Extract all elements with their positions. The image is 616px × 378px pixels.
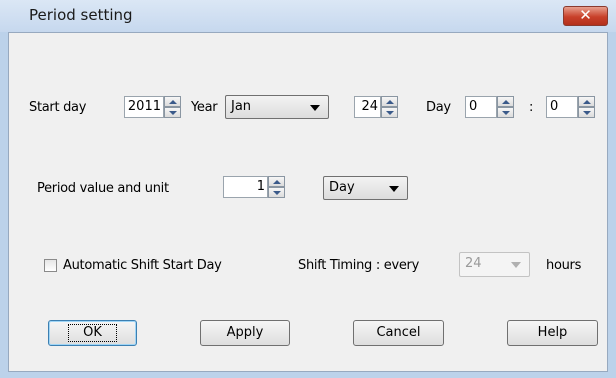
year-spinner[interactable] — [164, 96, 181, 118]
minute-down-arrow-icon[interactable] — [578, 107, 595, 118]
hour-spinner[interactable] — [497, 96, 514, 118]
day-spinner[interactable] — [381, 96, 398, 118]
ok-button-label: OK — [68, 324, 117, 342]
time-separator: : — [529, 100, 534, 115]
month-dropdown[interactable]: Jan — [225, 95, 329, 119]
title-bar[interactable]: Period setting ✕ — [0, 0, 616, 32]
automatic-shift-checkbox[interactable] — [44, 259, 57, 272]
chevron-down-icon — [310, 105, 320, 111]
period-unit-selected-value: Day — [329, 180, 355, 195]
shift-hours-unit-label: hours — [546, 258, 582, 273]
close-icon: ✕ — [579, 6, 592, 24]
period-down-arrow-icon[interactable] — [268, 187, 285, 198]
help-button[interactable]: Help — [507, 320, 598, 346]
hour-input[interactable]: 0 — [465, 96, 497, 118]
period-spinner[interactable] — [268, 176, 285, 198]
dialog-window: Period setting ✕ Start day 2011 Year Jan… — [0, 0, 616, 378]
automatic-shift-label[interactable]: Automatic Shift Start Day — [63, 258, 222, 273]
close-button[interactable]: ✕ — [563, 6, 608, 26]
chevron-down-icon — [389, 186, 399, 192]
start-day-label: Start day — [29, 100, 87, 115]
hour-up-arrow-icon[interactable] — [497, 96, 514, 107]
year-label: Year — [191, 100, 218, 115]
shift-timing-label: Shift Timing : every — [298, 258, 419, 273]
day-down-arrow-icon[interactable] — [381, 107, 398, 118]
day-label: Day — [426, 100, 451, 115]
window-title: Period setting — [29, 6, 133, 24]
shift-hours-selected-value: 24 — [465, 256, 482, 271]
day-up-arrow-icon[interactable] — [381, 96, 398, 107]
cancel-button-label: Cancel — [376, 325, 421, 340]
year-up-arrow-icon[interactable] — [164, 96, 181, 107]
chevron-down-icon — [511, 262, 521, 268]
year-input[interactable]: 2011 — [124, 96, 164, 118]
help-button-label: Help — [537, 325, 568, 340]
shift-hours-dropdown: 24 — [459, 252, 530, 277]
period-unit-dropdown[interactable]: Day — [323, 176, 408, 200]
period-label: Period value and unit — [37, 181, 169, 196]
period-up-arrow-icon[interactable] — [268, 176, 285, 187]
ok-button[interactable]: OK — [48, 320, 137, 346]
hour-down-arrow-icon[interactable] — [497, 107, 514, 118]
cancel-button[interactable]: Cancel — [353, 320, 444, 346]
apply-button-label: Apply — [226, 325, 264, 340]
year-down-arrow-icon[interactable] — [164, 107, 181, 118]
apply-button[interactable]: Apply — [200, 320, 290, 346]
month-selected-value: Jan — [231, 99, 252, 114]
minute-input[interactable]: 0 — [546, 96, 578, 118]
day-input[interactable]: 24 — [354, 96, 381, 118]
period-value-input[interactable]: 1 — [223, 176, 268, 198]
minute-up-arrow-icon[interactable] — [578, 96, 595, 107]
minute-spinner[interactable] — [578, 96, 595, 118]
